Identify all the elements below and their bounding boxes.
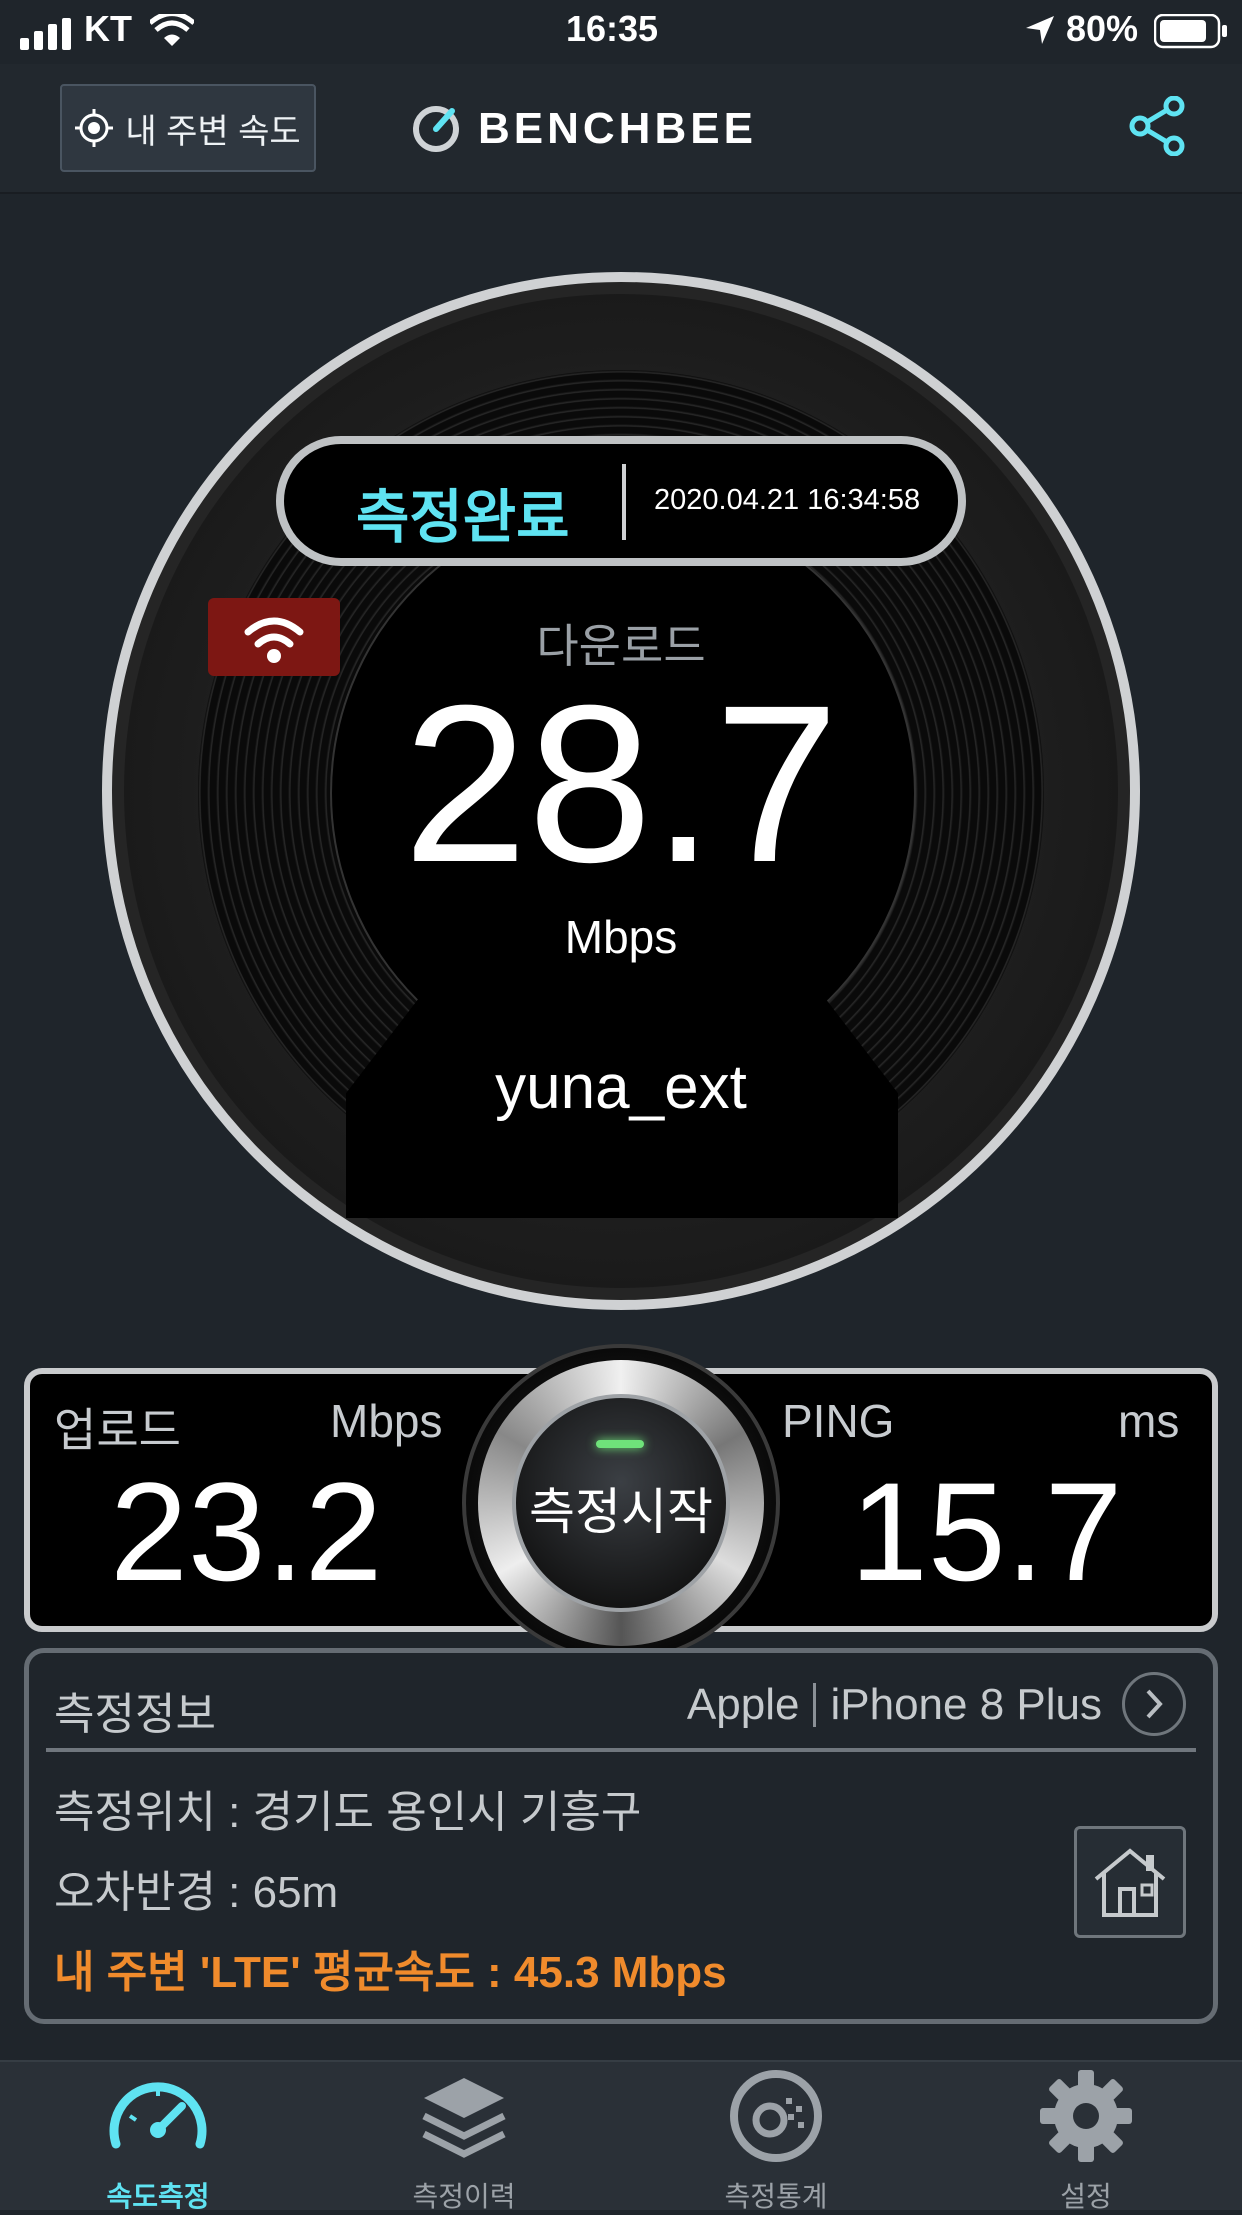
tab-label: 측정이력	[412, 2181, 516, 2212]
download-unit: Mbps	[564, 911, 678, 963]
download-value: 28.7	[403, 659, 839, 909]
logo-text: BENCHBEE	[478, 104, 757, 153]
upload-label: 업로드	[54, 1404, 181, 1456]
app-header: 내 주변 속도 BENCHBEE	[0, 64, 1242, 194]
target-icon	[75, 109, 114, 147]
clock: 16:35	[566, 8, 659, 49]
error-radius: 오차반경 : 65m	[54, 1868, 339, 1917]
battery-percent: 80%	[1066, 8, 1139, 49]
layers-icon	[422, 2078, 506, 2158]
tab-statistics[interactable]: 측정통계	[666, 2068, 886, 2212]
device-model: iPhone 8 Plus	[830, 1680, 1102, 1729]
benchbee-logo-icon	[413, 106, 459, 152]
home-network-button[interactable]	[1074, 1826, 1186, 1938]
network-name: yuna_ext	[495, 1053, 747, 1122]
device-brand: Apple	[686, 1680, 800, 1729]
carrier-label: KT	[84, 8, 132, 49]
measurement-timestamp: 2020.04.21 16:34:58	[654, 484, 921, 516]
device-detail-button[interactable]	[1122, 1672, 1186, 1736]
gear-icon	[1040, 2070, 1132, 2162]
tab-speed-test[interactable]: 속도측정	[48, 2068, 268, 2212]
wifi-status-icon	[150, 14, 194, 46]
nearby-average-speed: 내 주변 'LTE' 평균속도 : 45.3 Mbps	[54, 1948, 727, 1997]
tab-label: 설정	[1060, 2181, 1112, 2212]
measurement-status-pill: 측정완료 2020.04.21 16:34:58	[276, 436, 966, 566]
start-indicator-led	[596, 1440, 644, 1448]
tab-history[interactable]: 측정이력	[354, 2068, 574, 2212]
signal-icon	[20, 18, 71, 50]
info-divider	[46, 1748, 1196, 1752]
share-icon[interactable]	[1128, 96, 1188, 156]
upload-value: 23.2	[110, 1453, 383, 1610]
ping-label: PING	[782, 1395, 895, 1447]
info-title: 측정정보	[54, 1690, 216, 1739]
tab-label: 속도측정	[106, 2181, 210, 2212]
chevron-right-icon	[1146, 1689, 1163, 1719]
start-test-label: 측정시작	[529, 1484, 713, 1540]
measurement-location: 측정위치 : 경기도 용인시 기흥구	[54, 1788, 642, 1837]
pill-divider	[622, 464, 626, 540]
location-arrow-icon	[1026, 16, 1054, 44]
speedometer-icon	[109, 2082, 207, 2149]
nearby-speed-button[interactable]: 내 주변 속도	[60, 84, 316, 172]
battery-icon	[1154, 14, 1227, 49]
tab-settings[interactable]: 설정	[976, 2068, 1196, 2212]
statistics-icon	[730, 2070, 822, 2162]
measurement-status: 측정완료	[356, 485, 570, 550]
nearby-speed-label: 내 주변 속도	[125, 112, 301, 151]
ping-value: 15.7	[850, 1453, 1123, 1610]
device-divider	[813, 1683, 817, 1727]
status-bar: KT 16:35 80%	[0, 0, 1242, 64]
start-test-button[interactable]: 측정시작	[512, 1394, 730, 1612]
house-icon	[1094, 1848, 1166, 1917]
upload-unit: Mbps	[330, 1395, 443, 1447]
ping-unit: ms	[1118, 1395, 1180, 1447]
app-logo: BENCHBEE	[410, 94, 757, 164]
device-info: Apple iPhone 8 Plus	[687, 1680, 1102, 1730]
tab-label: 측정통계	[724, 2181, 828, 2212]
